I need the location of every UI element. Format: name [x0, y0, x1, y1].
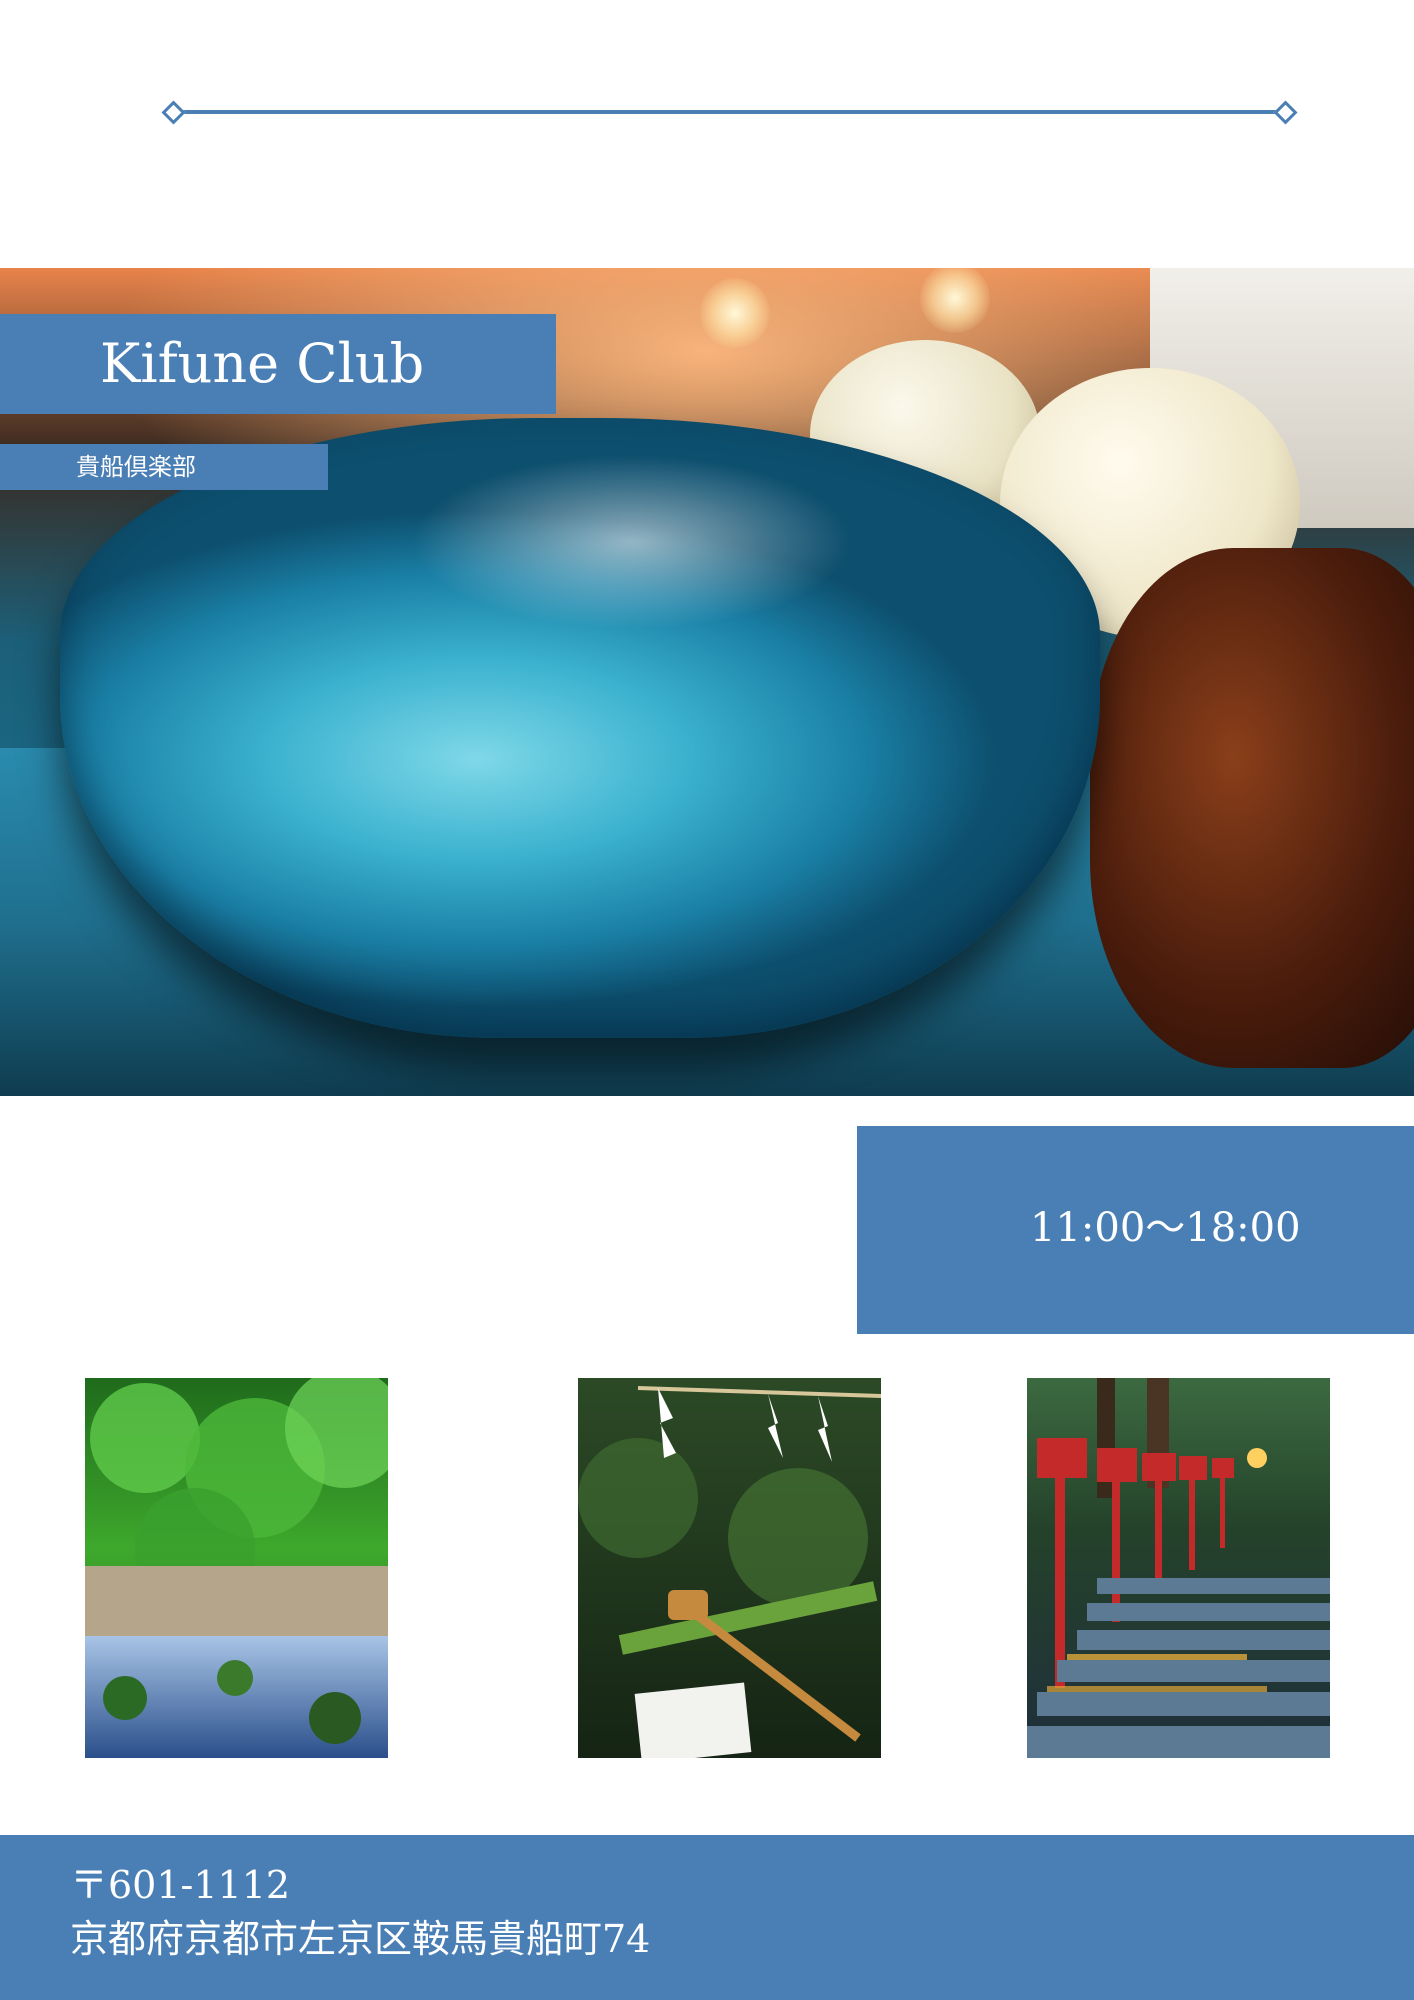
- hero-red-bean-paste: [1090, 548, 1414, 1068]
- thumbnail-lantern-steps-photo: [1027, 1378, 1330, 1758]
- postal-code: 〒601-1112: [70, 1863, 291, 1907]
- page-title: Kifune Club: [100, 332, 425, 395]
- opening-hours: 11:00～18:00: [1030, 1205, 1301, 1251]
- divider-diamond-left-icon: [161, 100, 186, 125]
- hero-light-bokeh: [700, 278, 770, 348]
- thumbnail-shrine-water-photo: [578, 1378, 881, 1758]
- lantern-steps-illustration: [1027, 1378, 1330, 1758]
- waterfall-illustration: [85, 1378, 388, 1758]
- divider-diamond-right-icon: [1273, 100, 1298, 125]
- hero-blue-jelly: [60, 418, 1100, 1038]
- shrine-water-illustration: [578, 1378, 881, 1758]
- top-divider-line: [176, 110, 1284, 114]
- thumbnail-waterfall-photo: [85, 1378, 388, 1758]
- hero-light-bokeh: [920, 268, 990, 333]
- page-subtitle: 貴船倶楽部: [76, 453, 196, 481]
- address: 京都府京都市左京区鞍馬貴船町74: [70, 1917, 651, 1961]
